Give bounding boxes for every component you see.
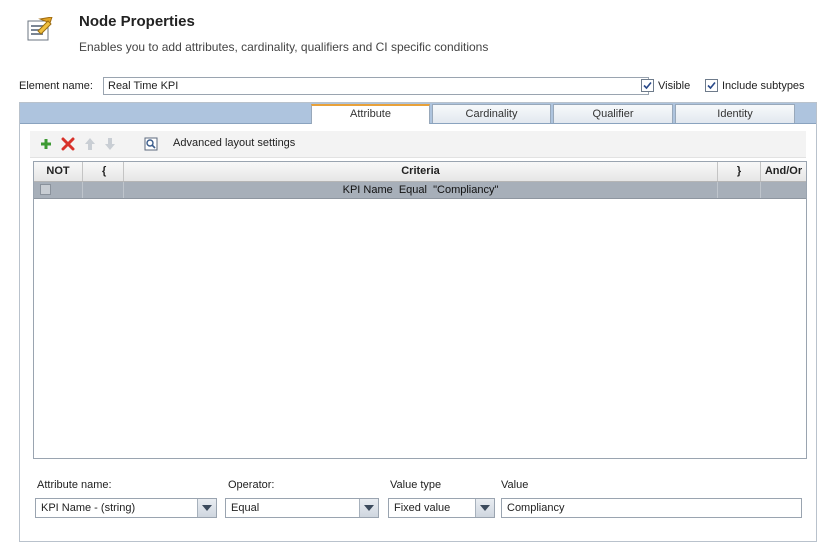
- advanced-layout-settings-label[interactable]: Advanced layout settings: [173, 137, 295, 149]
- advanced-layout-button[interactable]: [143, 136, 159, 152]
- page-title: Node Properties: [79, 13, 195, 30]
- arrow-up-icon: [85, 138, 95, 150]
- table-row[interactable]: KPI Name Equal "Compliancy": [34, 182, 806, 199]
- column-header-criteria[interactable]: Criteria: [124, 162, 718, 181]
- cell-not[interactable]: [34, 182, 83, 198]
- value-label: Value: [501, 479, 529, 491]
- column-header-not[interactable]: NOT: [34, 162, 83, 181]
- add-button[interactable]: [38, 136, 54, 152]
- criteria-toolbar: Advanced layout settings: [30, 131, 806, 158]
- chevron-down-icon[interactable]: [359, 499, 378, 517]
- properties-panel: Attribute Cardinality Qualifier Identity: [19, 102, 817, 542]
- include-subtypes-checkbox[interactable]: [705, 79, 718, 92]
- tab-cardinality[interactable]: Cardinality: [432, 104, 551, 123]
- check-icon: [707, 81, 716, 90]
- value-type-label: Value type: [390, 479, 442, 491]
- cell-close-brace[interactable]: [718, 182, 761, 198]
- delete-button[interactable]: [60, 136, 76, 152]
- arrow-down-icon: [105, 138, 115, 150]
- visible-checkbox[interactable]: [641, 79, 654, 92]
- include-subtypes-label: Include subtypes: [722, 80, 805, 92]
- dialog-header: Node Properties Enables you to add attri…: [0, 0, 817, 64]
- cell-open-brace[interactable]: [83, 182, 124, 198]
- cell-criteria[interactable]: KPI Name Equal "Compliancy": [124, 182, 718, 198]
- criteria-table: NOT { Criteria } And/Or KPI Name Equal "…: [33, 161, 807, 459]
- element-name-label: Element name:: [19, 80, 93, 92]
- tab-attribute[interactable]: Attribute: [311, 104, 430, 124]
- tab-qualifier[interactable]: Qualifier: [553, 104, 673, 123]
- column-header-close-brace[interactable]: }: [718, 162, 761, 181]
- properties-document-icon: [26, 16, 54, 41]
- tab-bar: Attribute Cardinality Qualifier Identity: [20, 103, 816, 124]
- visible-label: Visible: [658, 80, 691, 92]
- column-header-open-brace[interactable]: {: [83, 162, 124, 181]
- operator-dropdown[interactable]: Equal: [225, 498, 379, 518]
- value-type-value: Fixed value: [394, 502, 451, 514]
- not-checkbox[interactable]: [40, 184, 51, 195]
- table-header: NOT { Criteria } And/Or: [34, 162, 806, 182]
- tab-identity[interactable]: Identity: [675, 104, 795, 123]
- element-name-input[interactable]: [103, 77, 649, 95]
- value-type-dropdown[interactable]: Fixed value: [388, 498, 495, 518]
- operator-value: Equal: [231, 502, 260, 514]
- cell-and-or[interactable]: [761, 182, 806, 198]
- chevron-down-icon[interactable]: [475, 499, 494, 517]
- attribute-name-value: KPI Name - (string): [41, 502, 136, 514]
- chevron-down-icon[interactable]: [197, 499, 216, 517]
- move-up-button[interactable]: [82, 136, 98, 152]
- element-name-row: Element name: Visible Include subtypes: [19, 77, 817, 97]
- plus-icon: [41, 139, 51, 149]
- attribute-name-label: Attribute name:: [37, 479, 112, 491]
- page-subtitle: Enables you to add attributes, cardinali…: [79, 40, 489, 54]
- check-icon: [643, 81, 652, 90]
- move-down-button[interactable]: [102, 136, 118, 152]
- column-header-and-or[interactable]: And/Or: [761, 162, 806, 181]
- value-input[interactable]: [501, 498, 802, 518]
- operator-label: Operator:: [228, 479, 275, 491]
- magnifier-icon: [144, 137, 158, 151]
- attribute-name-dropdown[interactable]: KPI Name - (string): [35, 498, 217, 518]
- delete-x-icon: [61, 137, 75, 151]
